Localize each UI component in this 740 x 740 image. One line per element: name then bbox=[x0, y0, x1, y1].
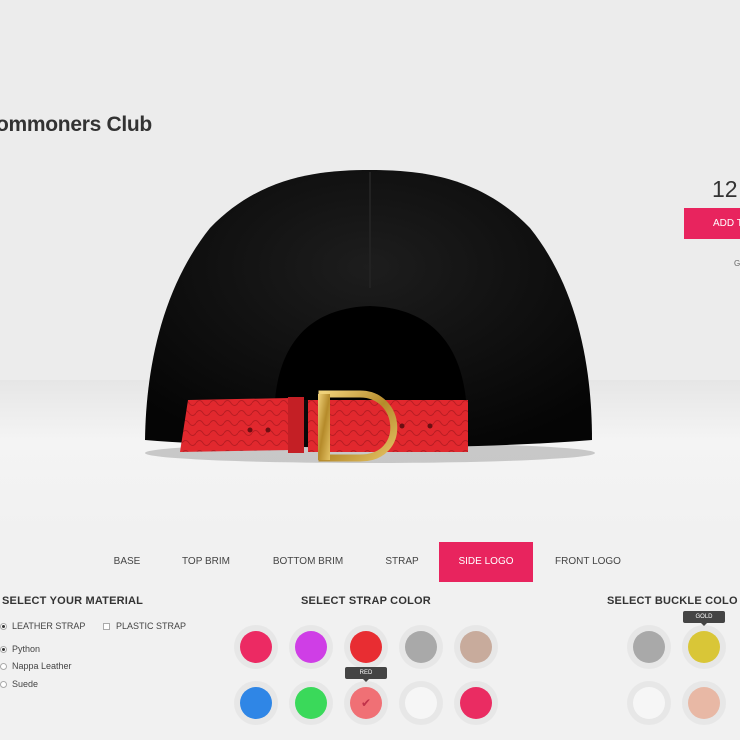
nappa-leather-label: Nappa Leather bbox=[12, 661, 72, 671]
strap-color-swatch[interactable] bbox=[289, 681, 333, 725]
plastic-strap-label: PLASTIC STRAP bbox=[116, 621, 187, 631]
buckle-color-swatch-tooltip: GOLD bbox=[683, 611, 725, 626]
strap-color-swatch-color bbox=[240, 631, 272, 663]
strap-color-swatch[interactable] bbox=[454, 625, 498, 669]
buckle-color-swatch[interactable] bbox=[682, 681, 726, 725]
cap-preview-image bbox=[145, 170, 595, 463]
material-section-title: SELECT YOUR MATERIAL bbox=[2, 595, 144, 607]
strap-color-swatch-tooltip: RED bbox=[345, 667, 387, 682]
python-label: Python bbox=[12, 644, 41, 654]
buckle-color-swatch-color bbox=[633, 687, 665, 719]
buckle-color-swatch-color bbox=[688, 631, 720, 663]
strap-color-swatch[interactable] bbox=[399, 681, 443, 725]
strap-keeper bbox=[288, 397, 304, 453]
strap-color-swatch-color bbox=[350, 631, 382, 663]
python-radio[interactable] bbox=[0, 645, 7, 653]
strap-color-swatch[interactable] bbox=[454, 681, 498, 725]
suede-radio[interactable] bbox=[0, 680, 7, 688]
strap-color-swatch-color bbox=[405, 687, 437, 719]
product-price: 12 bbox=[712, 176, 738, 202]
suede-label: Suede bbox=[12, 679, 39, 689]
buckle-color-swatch-color bbox=[688, 687, 720, 719]
customization-tabs: BASE TOP BRIM BOTTOM BRIM STRAP SIDE LOG… bbox=[0, 542, 740, 582]
strap-color-swatch-color bbox=[460, 687, 492, 719]
buckle-color-swatch[interactable] bbox=[682, 625, 726, 669]
strap-color-swatch[interactable] bbox=[289, 625, 333, 669]
buckle-color-swatch[interactable] bbox=[627, 625, 671, 669]
buckle-color-section-title: SELECT BUCKLE COLO bbox=[607, 595, 738, 607]
tab-strap[interactable]: STRAP bbox=[378, 542, 426, 582]
tab-top-brim[interactable]: TOP BRIM bbox=[172, 542, 240, 582]
strap-color-swatch[interactable] bbox=[234, 681, 278, 725]
strap-color-swatch[interactable] bbox=[344, 625, 388, 669]
nappa-leather-option[interactable]: Nappa Leather bbox=[0, 661, 72, 671]
leather-strap-radio[interactable] bbox=[0, 622, 7, 630]
strap-color-section-title: SELECT STRAP COLOR bbox=[301, 595, 431, 607]
strap-color-swatch-color bbox=[295, 687, 327, 719]
nappa-leather-radio[interactable] bbox=[0, 662, 7, 670]
leather-strap-label: LEATHER STRAP bbox=[12, 621, 86, 631]
check-icon: ✔ bbox=[360, 696, 372, 710]
suede-option[interactable]: Suede bbox=[0, 679, 38, 689]
plastic-strap-checkbox[interactable] bbox=[103, 622, 110, 630]
tab-front-logo[interactable]: FRONT LOGO bbox=[546, 542, 630, 582]
add-to-cart-button[interactable]: ADD T bbox=[684, 208, 740, 239]
strap-color-swatch[interactable] bbox=[234, 625, 278, 669]
strap-color-swatch-color bbox=[405, 631, 437, 663]
gift-link[interactable]: G bbox=[734, 259, 740, 268]
plastic-strap-option[interactable]: PLASTIC STRAP bbox=[103, 621, 186, 631]
product-title: ommoners Club bbox=[0, 113, 152, 136]
strap-color-swatch-color bbox=[240, 687, 272, 719]
leather-strap-option[interactable]: LEATHER STRAP bbox=[0, 621, 85, 631]
buckle-color-swatch[interactable] bbox=[627, 681, 671, 725]
buckle-color-swatch-color bbox=[633, 631, 665, 663]
python-option[interactable]: Python bbox=[0, 644, 40, 654]
tab-base[interactable]: BASE bbox=[105, 542, 149, 582]
strap-color-swatch[interactable] bbox=[399, 625, 443, 669]
tab-bottom-brim[interactable]: BOTTOM BRIM bbox=[262, 542, 354, 582]
tab-side-logo[interactable]: SIDE LOGO bbox=[439, 542, 533, 582]
strap-color-swatch-color bbox=[460, 631, 492, 663]
strap-left bbox=[180, 398, 292, 452]
strap-color-swatch-color bbox=[295, 631, 327, 663]
strap-color-swatch[interactable]: ✔ bbox=[344, 681, 388, 725]
